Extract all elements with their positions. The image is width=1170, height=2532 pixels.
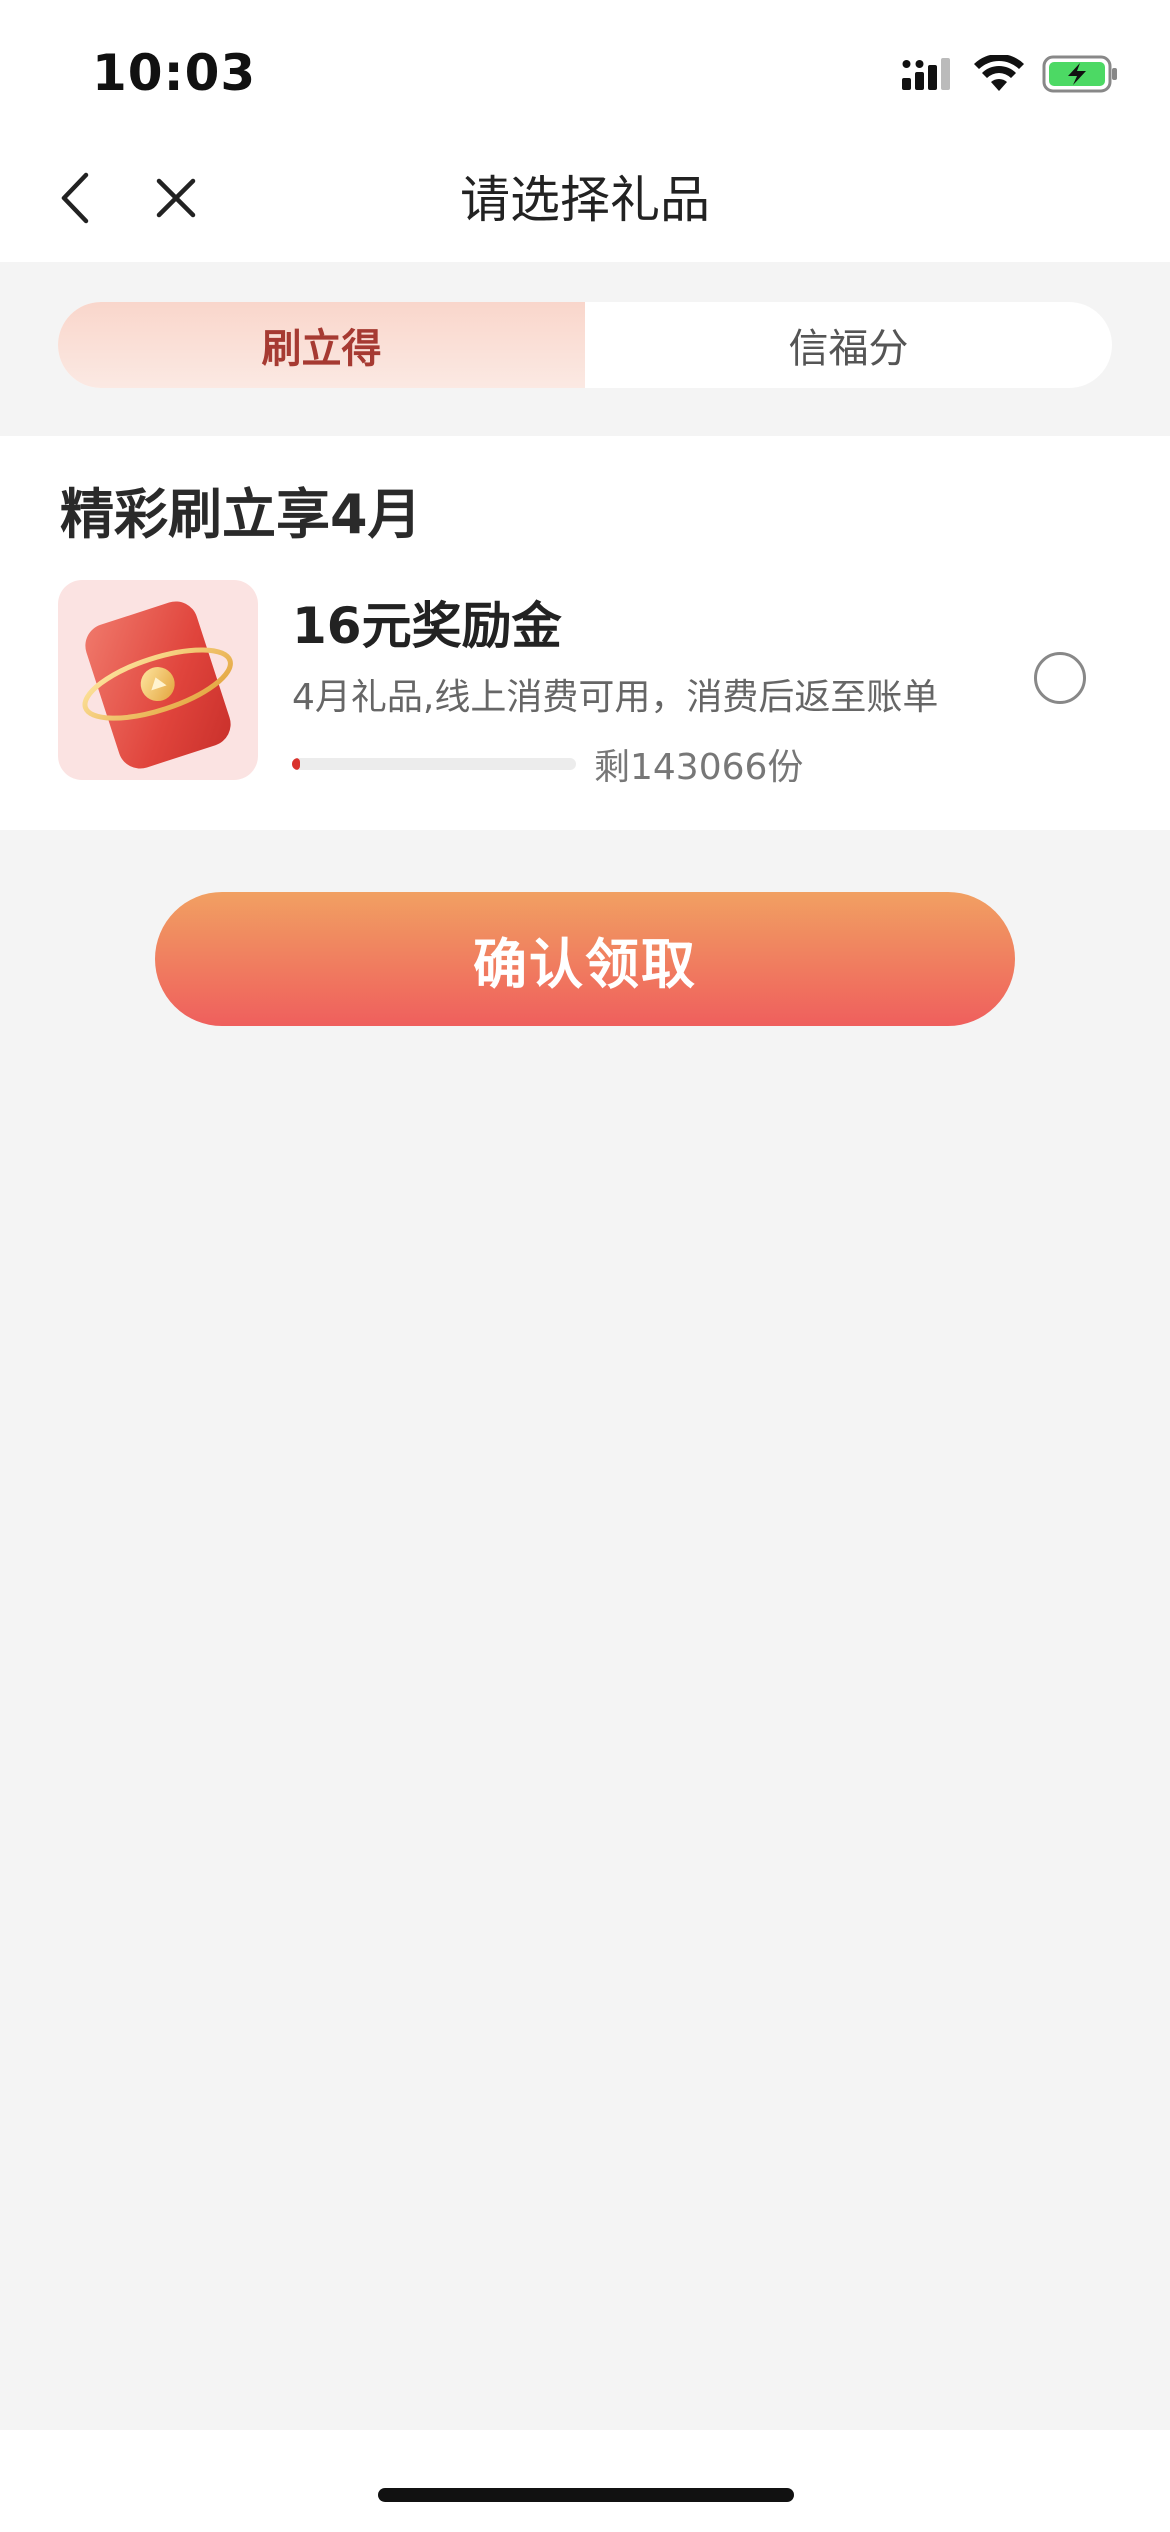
tab-switch: 刷立得 信福分 bbox=[58, 302, 1112, 388]
page-title: 请选择礼品 bbox=[460, 171, 710, 229]
gift-select-radio[interactable] bbox=[1034, 652, 1086, 704]
stock-progress-bar bbox=[292, 758, 576, 770]
gift-name: 16元奖励金 bbox=[292, 597, 562, 655]
tab-shualide[interactable]: 刷立得 bbox=[58, 302, 585, 388]
remaining-count: 剩143066份 bbox=[594, 747, 804, 788]
status-time: 10:03 bbox=[92, 44, 257, 102]
nav-bar: 请选择礼品 bbox=[0, 140, 1170, 262]
confirm-button[interactable]: 确认领取 bbox=[155, 892, 1015, 1026]
battery-charging-icon bbox=[1042, 55, 1117, 93]
home-indicator[interactable] bbox=[378, 2488, 794, 2502]
stock-progress-fill bbox=[292, 758, 300, 770]
status-icons bbox=[884, 52, 1120, 96]
bottom-bar bbox=[0, 2430, 1170, 2532]
gift-description: 4月礼品,线上消费可用，消费后返至账单 bbox=[292, 677, 939, 718]
wifi-icon bbox=[974, 55, 1024, 91]
red-envelope-icon bbox=[82, 601, 233, 769]
tab-area: 刷立得 信福分 bbox=[0, 262, 1170, 436]
section-title: 精彩刷立享4月 bbox=[60, 483, 422, 546]
red-envelope-image bbox=[58, 580, 258, 780]
screen: 10:03 请选择礼品 刷立得 信福分 精彩刷立享4月 16元奖励金 4月礼品,… bbox=[0, 0, 1170, 2532]
cellular-signal-icon bbox=[902, 58, 950, 90]
tab-xinfufen[interactable]: 信福分 bbox=[585, 302, 1112, 388]
gift-section: 精彩刷立享4月 16元奖励金 4月礼品,线上消费可用，消费后返至账单 剩1430… bbox=[0, 436, 1170, 830]
status-bar: 10:03 bbox=[0, 0, 1170, 140]
